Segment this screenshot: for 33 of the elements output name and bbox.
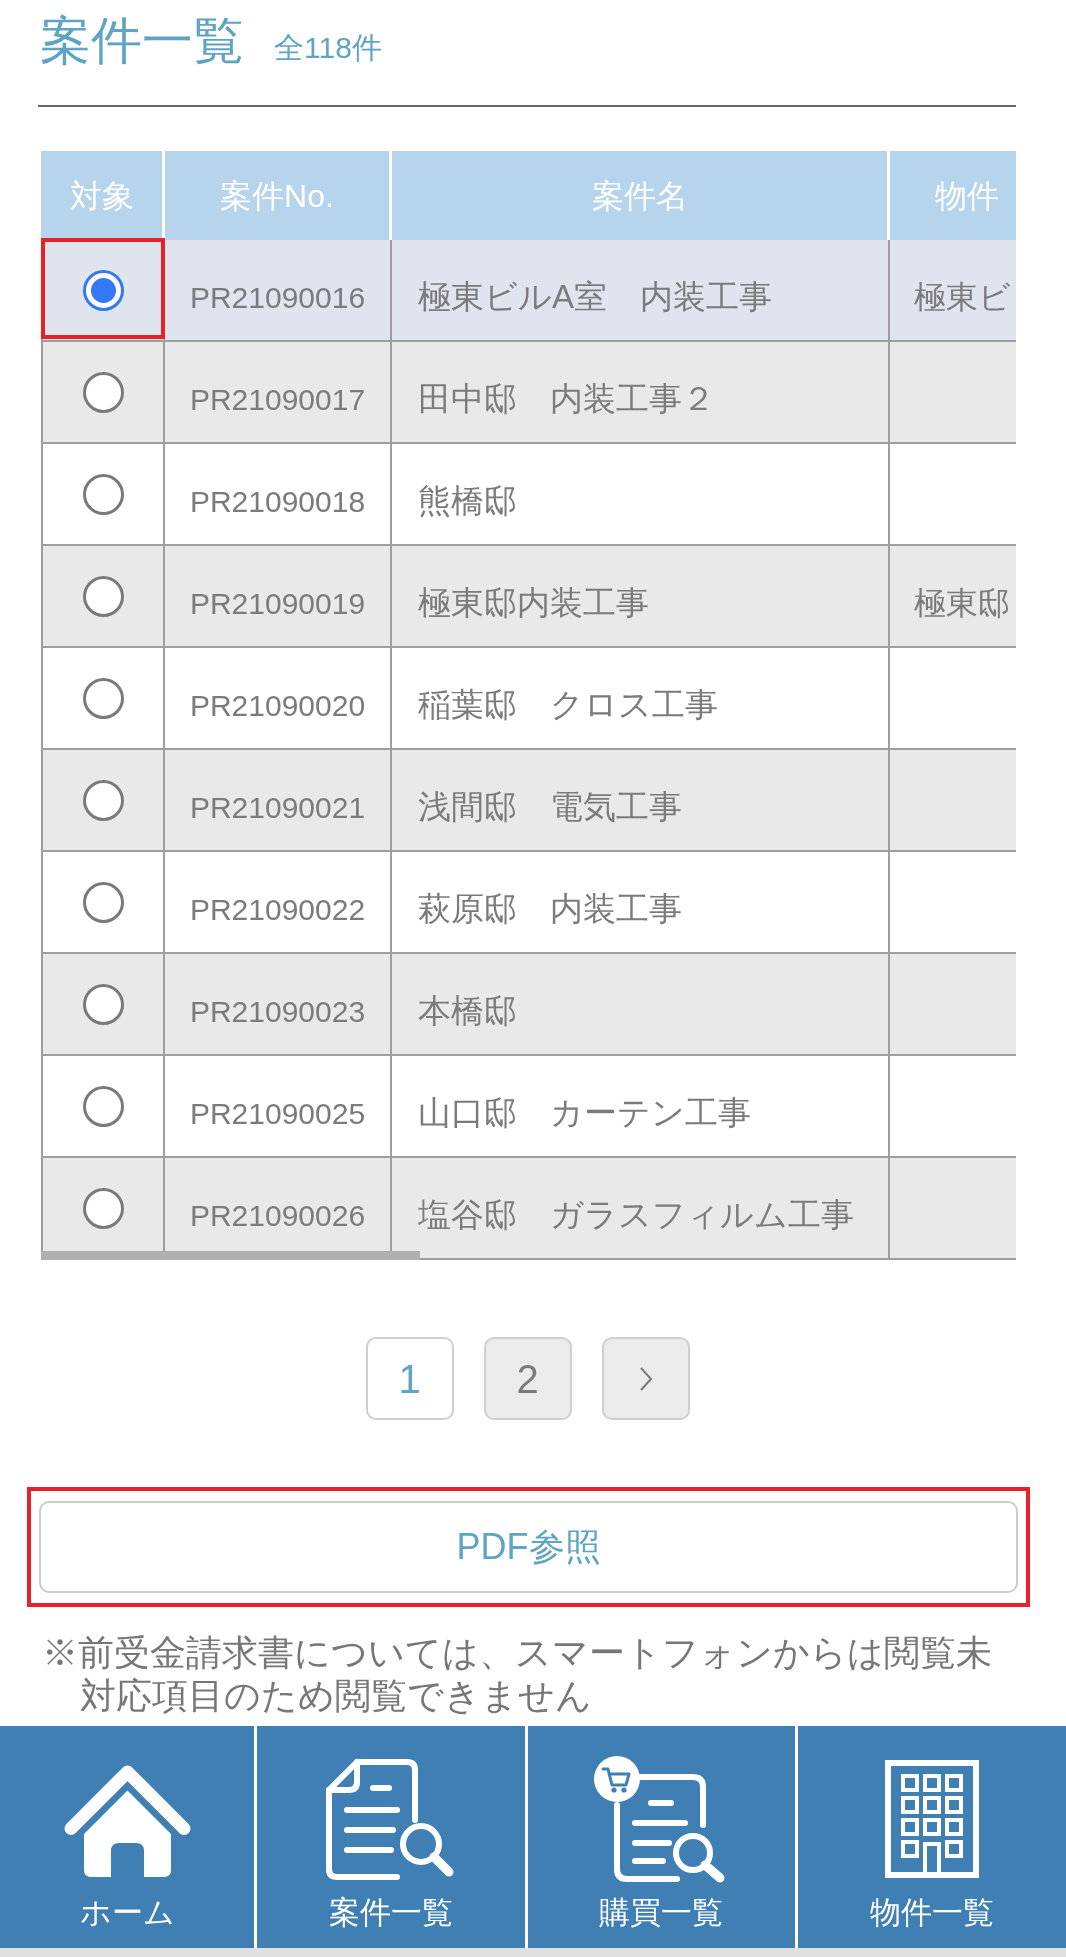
page-button[interactable]: 2	[483, 1337, 572, 1420]
radio-button[interactable]	[82, 473, 124, 515]
table-row[interactable]: PR21090018 熊橋邸	[41, 444, 1016, 546]
radio-button[interactable]	[82, 779, 124, 821]
radio-button[interactable]	[82, 983, 124, 1025]
nav-button[interactable]: 案件一覧	[257, 1726, 525, 1948]
radio-button[interactable]	[82, 677, 124, 719]
column-header: 物件	[934, 176, 1000, 216]
radio-button[interactable]	[82, 575, 124, 617]
nav-button[interactable]: ホーム	[0, 1726, 254, 1948]
table-row[interactable]: PR21090023 本橋邸	[41, 954, 1016, 1056]
table-row[interactable]: PR21090022 萩原邸 内装工事	[41, 852, 1016, 954]
scrollbar-thumb[interactable]	[41, 1251, 420, 1260]
table-row[interactable]: PR21090016 極東ビルA室 内装工事 極東ビ	[41, 240, 1016, 342]
nav-button[interactable]: 物件一覧	[798, 1726, 1066, 1948]
building-icon	[885, 1760, 980, 1878]
pdf-button[interactable]: PDF参照	[39, 1501, 1018, 1593]
notice-text: ※前受金請求書については、スマートフォンからは閲覧未対応項目のため閲覧できません	[42, 1631, 993, 1717]
table-row[interactable]: PR21090021 浅間邸 電気工事	[41, 750, 1016, 852]
nav-button[interactable]: 購買一覧	[527, 1726, 796, 1948]
item-count: 全118件	[274, 30, 382, 66]
radio-button[interactable]	[82, 1187, 124, 1229]
radio-button[interactable]	[82, 371, 124, 413]
table-row[interactable]: PR21090026 塩谷邸 ガラスフィルム工事	[41, 1158, 1016, 1260]
table-row[interactable]: PR21090019 極東邸内装工事 極東邸	[41, 546, 1016, 648]
radio-button[interactable]	[82, 1085, 124, 1127]
table-row[interactable]: PR21090025 山口邸 カーテン工事	[41, 1056, 1016, 1158]
table-row[interactable]: PR21090017 田中邸 内装工事２	[41, 342, 1016, 444]
table-row[interactable]: PR21090020 稲葉邸 クロス工事	[41, 648, 1016, 750]
radio-button[interactable]	[82, 881, 124, 923]
radio-button[interactable]	[82, 269, 124, 311]
page-button[interactable]: 1	[365, 1337, 454, 1420]
page-title: 案件一覧	[40, 12, 244, 70]
